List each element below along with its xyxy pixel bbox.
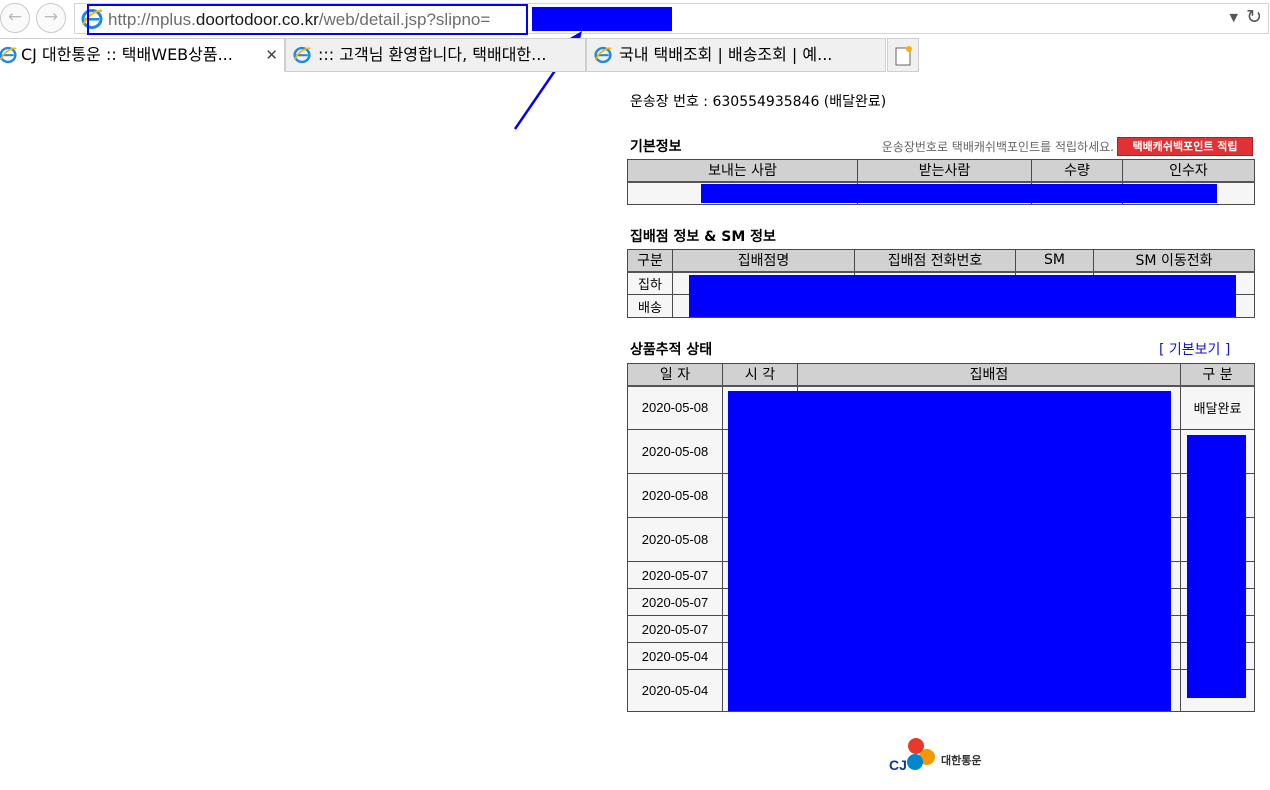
redacted-tracking-status [1187,435,1246,698]
cj-logo-icon: CJ [889,738,935,773]
date-cell: 2020-05-08 [627,473,723,518]
row-label-pickup: 집하 [627,271,673,295]
date-cell: 2020-05-07 [627,561,723,589]
new-tab-icon [895,46,912,66]
header-sender: 보내는 사람 [627,159,858,183]
branch-info-title: 집배점 정보 & SM 정보 [630,229,776,245]
basic-view-link[interactable]: [ 기본보기 ] [1159,339,1230,359]
redacted-tracking-details [728,391,1171,711]
ie-logo-icon [0,46,17,64]
date-cell: 2020-05-04 [627,642,723,670]
header-time: 시 각 [722,363,798,387]
tab-title: CJ 대한통운 :: 택배WEB상품... [21,45,233,64]
date-cell: 2020-05-08 [627,429,723,474]
ie-logo-icon [293,46,311,64]
date-cell: 2020-05-08 [627,385,723,430]
company-logo-text: 대한통운 [941,754,982,767]
header-sm: SM [1015,249,1094,273]
point-accumulate-button[interactable]: 택배캐쉬백포인트 적립 [1117,137,1253,156]
header-acceptor: 인수자 [1122,159,1255,183]
date-cell: 2020-05-04 [627,669,723,712]
basic-info-title: 기본정보 [630,139,682,155]
header-branch: 집배점 [797,363,1181,387]
header-date: 일 자 [627,363,723,387]
waybill-number: 운송장 번호 : 630554935846 (배달완료) [630,94,887,110]
dropdown-caret-icon[interactable]: ▼ [1230,11,1238,24]
status-cell: 배달완료 [1180,385,1255,430]
header-branch-name: 집배점명 [672,249,855,273]
date-cell: 2020-05-07 [627,588,723,616]
header-sm-mobile: SM 이동전화 [1093,249,1255,273]
header-quantity: 수량 [1031,159,1123,183]
tab-title: ::: 고객님 환영합니다, 택배대한... [318,45,547,64]
point-message: 운송장번호로 택배캐쉬백포인트를 적립하세요. [881,140,1114,154]
redacted-branch-info [689,275,1236,317]
refresh-icon[interactable]: ↻ [1246,6,1262,28]
header-status: 구 분 [1180,363,1255,387]
close-icon[interactable]: ✕ [265,39,278,71]
tab-welcome[interactable]: ::: 고객님 환영합니다, 택배대한... [285,38,586,72]
row-label-delivery: 배송 [627,294,673,318]
tab-tracking[interactable]: 국내 택배조회 | 배송조회 | 예... [586,38,886,72]
date-cell: 2020-05-07 [627,615,723,643]
header-type: 구분 [627,249,673,273]
new-tab-button[interactable] [887,38,919,72]
redacted-basic-info [701,184,1217,203]
ie-logo-icon [594,46,612,64]
svg-text:CJ: CJ [889,757,907,773]
date-cell: 2020-05-08 [627,517,723,562]
tab-strip: CJ 대한통운 :: 택배WEB상품... ✕ ::: 고객님 환영합니다, 택… [0,37,1270,73]
header-branch-phone: 집배점 전화번호 [854,249,1016,273]
tab-cj[interactable]: CJ 대한통운 :: 택배WEB상품... ✕ [0,38,285,72]
header-receiver: 받는사람 [857,159,1032,183]
tab-title: 국내 택배조회 | 배송조회 | 예... [619,45,833,64]
tracking-title: 상품추적 상태 [630,342,713,358]
